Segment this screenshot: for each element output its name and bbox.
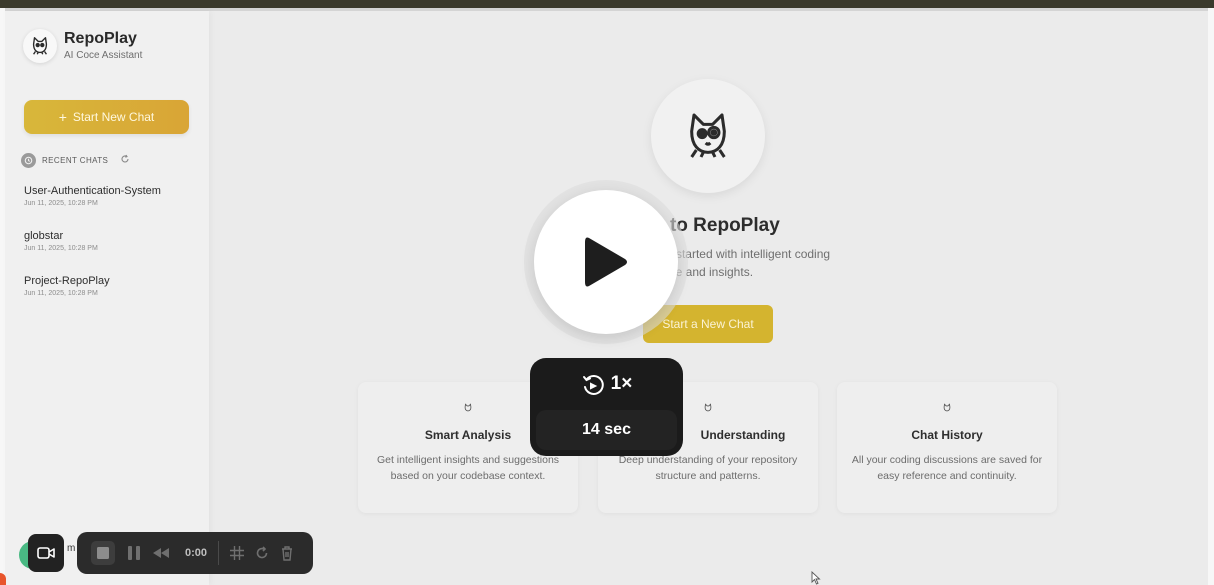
- pause-button[interactable]: [125, 532, 143, 574]
- feature-card-chat-history: Chat History All your coding discussions…: [837, 382, 1057, 513]
- card-description: Deep understanding of your repository st…: [618, 454, 798, 482]
- cat-logo-icon: [32, 37, 48, 55]
- redo-button[interactable]: [253, 532, 271, 574]
- mouse-cursor-icon: [811, 570, 821, 585]
- grid-icon: [230, 546, 244, 560]
- camera-icon: [37, 547, 55, 559]
- chat-title: globstar: [24, 230, 64, 242]
- window-top-bar: [0, 0, 1214, 8]
- chat-date: Jun 11, 2025, 10:28 PM: [24, 290, 98, 297]
- start-new-chat-label: Start New Chat: [72, 110, 155, 124]
- sidebar: RepoPlay AI Coce Assistant + Start New C…: [5, 11, 209, 585]
- chat-date: Jun 11, 2025, 10:28 PM: [24, 245, 98, 252]
- cat-icon: [704, 403, 712, 412]
- card-title: Chat History: [911, 428, 983, 442]
- chat-date: Jun 11, 2025, 10:28 PM: [24, 200, 98, 207]
- user-name-peek: i m: [62, 543, 76, 554]
- playback-speed-value: 1×: [610, 373, 633, 394]
- plus-icon: +: [58, 109, 67, 125]
- play-icon: [585, 237, 627, 287]
- play-button[interactable]: [534, 190, 678, 334]
- playback-info-panel[interactable]: 1× 14 sec: [530, 358, 683, 456]
- grid-button[interactable]: [227, 532, 247, 574]
- chat-item[interactable]: globstar Jun 11, 2025, 10:28 PM: [24, 230, 194, 252]
- start-new-chat-button[interactable]: + Start New Chat: [24, 100, 189, 134]
- app-logo: [23, 29, 57, 63]
- right-edge: [1208, 8, 1214, 585]
- chat-title: User-Authentication-System: [24, 185, 161, 197]
- trash-icon: [282, 545, 292, 561]
- recent-chats-label: RECENT CHATS: [42, 156, 109, 165]
- cat-mascot-icon: [690, 113, 726, 158]
- rewind-icon: [153, 548, 169, 558]
- cat-icon: [464, 403, 472, 412]
- camera-toggle-button[interactable]: [28, 534, 64, 572]
- playback-speed[interactable]: 1×: [530, 370, 683, 398]
- controls-divider: [218, 541, 219, 565]
- app-title: RepoPlay: [64, 30, 137, 47]
- main-content: me to RepoPlay o get started with intell…: [209, 11, 1208, 585]
- welcome-title: me to RepoPlay: [637, 215, 780, 236]
- playback-speed-icon: [582, 374, 604, 395]
- delete-button[interactable]: [278, 532, 296, 574]
- card-description: Get intelligent insights and suggestions…: [376, 454, 560, 482]
- pause-icon: [128, 546, 140, 560]
- recording-timer: 0:00: [184, 547, 208, 559]
- clock-icon: [21, 153, 36, 168]
- chat-item[interactable]: Project-RepoPlay Jun 11, 2025, 10:28 PM: [24, 275, 194, 297]
- cat-icon: [943, 403, 951, 412]
- video-duration: 14 sec: [536, 410, 677, 450]
- card-description: All your coding discussions are saved fo…: [851, 454, 1043, 482]
- app-subtitle: AI Coce Assistant: [64, 50, 143, 61]
- chat-item[interactable]: User-Authentication-System Jun 11, 2025,…: [24, 185, 194, 207]
- recorder-controls: 0:00: [77, 532, 313, 574]
- stop-icon: [97, 547, 109, 559]
- chat-title: Project-RepoPlay: [24, 275, 110, 287]
- rewind-button[interactable]: [150, 532, 172, 574]
- redo-icon: [256, 546, 268, 559]
- hero-logo: [651, 79, 765, 193]
- refresh-icon[interactable]: [120, 154, 130, 167]
- recent-chats-header: RECENT CHATS: [21, 153, 130, 168]
- stop-button[interactable]: [90, 532, 116, 574]
